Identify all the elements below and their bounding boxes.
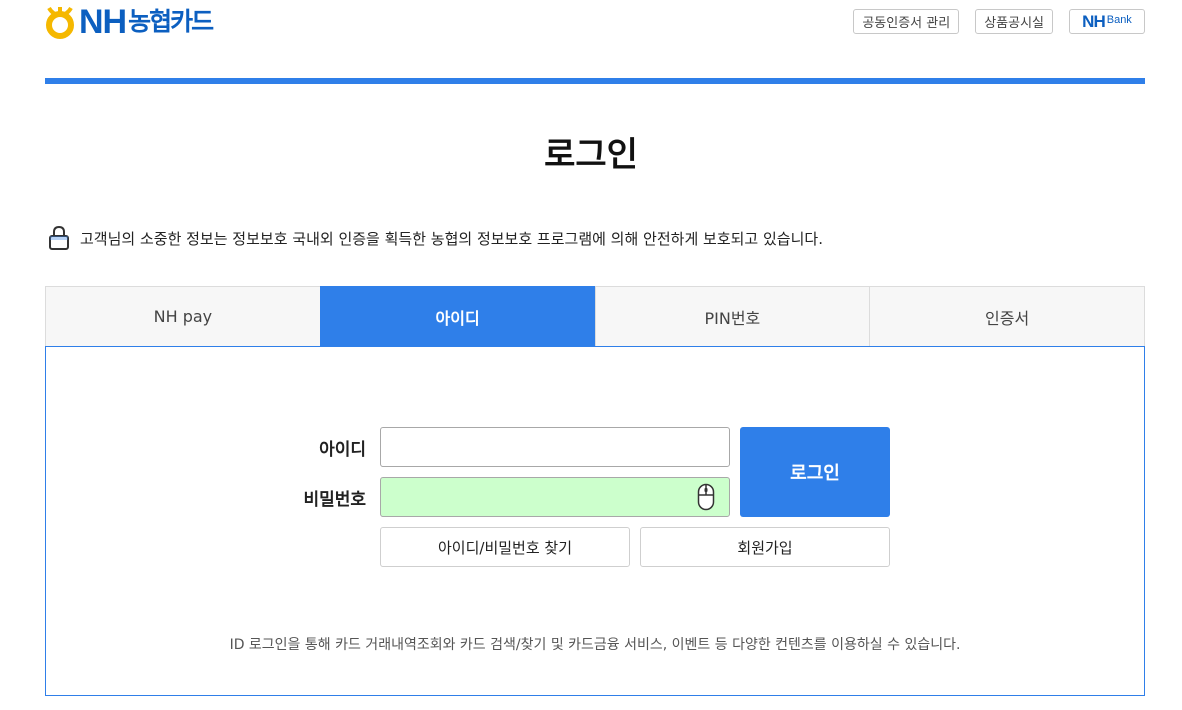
tab-pin[interactable]: PIN번호 bbox=[594, 286, 870, 346]
logo-brand-text: NH bbox=[79, 3, 127, 41]
site-header: NH 농협카드 공동인증서 관리 상품공시실 NH Bank bbox=[45, 0, 1145, 84]
id-label: 아이디 bbox=[319, 440, 366, 460]
nh-bank-suffix: Bank bbox=[1106, 13, 1132, 26]
login-method-tabs: NH pay 아이디 PIN번호 인증서 bbox=[45, 286, 1145, 346]
security-notice: 고객님의 소중한 정보는 정보보호 국내외 인증을 획득한 농협의 정보보호 프… bbox=[48, 225, 823, 251]
id-input[interactable] bbox=[380, 427, 730, 467]
product-disclosure-link[interactable]: 상품공시실 bbox=[975, 9, 1053, 34]
tab-nh-pay[interactable]: NH pay bbox=[45, 286, 320, 346]
page-title: 로그인 bbox=[544, 135, 638, 175]
login-button[interactable]: 로그인 bbox=[740, 427, 890, 517]
password-input[interactable] bbox=[380, 477, 730, 517]
login-panel: 아이디 비밀번호 로그인 아이디/비밀번호 찾기 회원가입 ID 로그인을 통해… bbox=[45, 346, 1145, 696]
security-notice-text: 고객님의 소중한 정보는 정보보호 국내외 인증을 획득한 농협의 정보보호 프… bbox=[80, 229, 823, 248]
tab-certificate[interactable]: 인증서 bbox=[869, 286, 1145, 346]
find-id-password-button[interactable]: 아이디/비밀번호 찾기 bbox=[380, 527, 630, 567]
password-label: 비밀번호 bbox=[303, 490, 366, 510]
nh-logo-icon bbox=[46, 6, 74, 39]
nh-bank-link[interactable]: NH Bank bbox=[1069, 9, 1145, 34]
lock-icon bbox=[49, 225, 69, 250]
top-links: 공동인증서 관리 상품공시실 NH Bank bbox=[853, 9, 1145, 34]
certificate-management-link[interactable]: 공동인증서 관리 bbox=[853, 9, 960, 34]
sign-up-button[interactable]: 회원가입 bbox=[640, 527, 890, 567]
id-login-footnote: ID 로그인을 통해 카드 거래내역조회와 카드 검색/찾기 및 카드금융 서비… bbox=[229, 637, 961, 653]
header-divider bbox=[45, 78, 1145, 84]
nh-bank-brand: NH bbox=[1082, 11, 1106, 31]
logo-name-text: 농협카드 bbox=[128, 7, 214, 36]
mouse-icon[interactable] bbox=[697, 483, 715, 511]
tab-id[interactable]: 아이디 bbox=[319, 286, 595, 346]
nh-card-logo[interactable]: NH 농협카드 bbox=[45, 3, 214, 41]
